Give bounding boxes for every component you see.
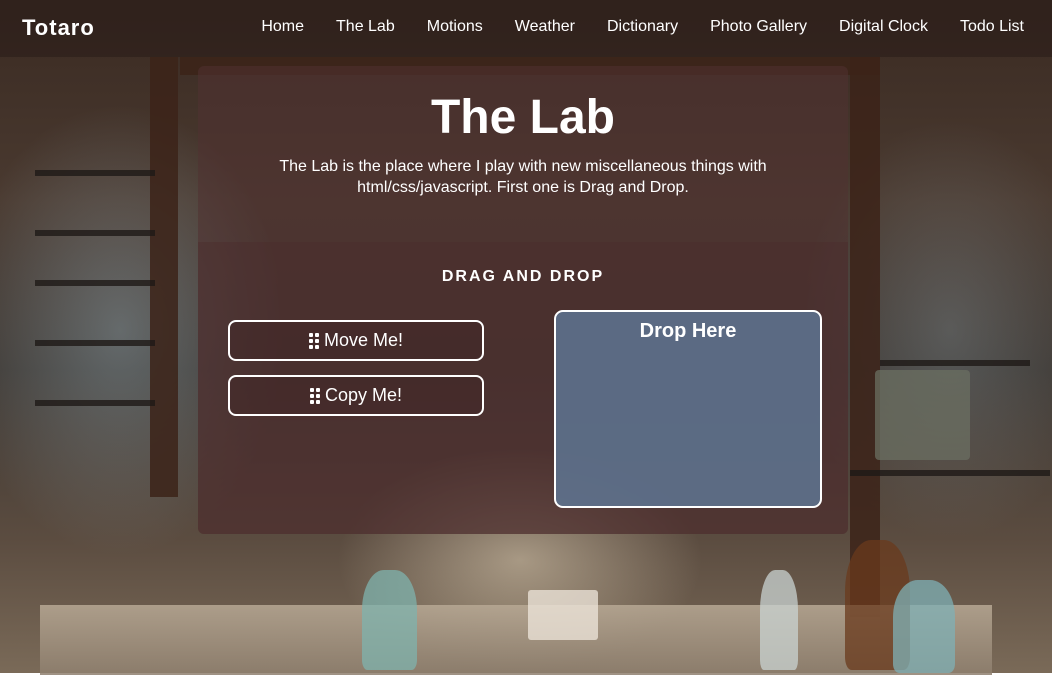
nav-link-photo-gallery[interactable]: Photo Gallery [710, 18, 807, 36]
lab-hero-panel: The Lab The Lab is the place where I pla… [198, 66, 848, 534]
brand-logo[interactable]: Totaro [22, 15, 95, 41]
nav-link-the-lab[interactable]: The Lab [336, 18, 395, 36]
drag-drop-heading: DRAG AND DROP [441, 268, 605, 285]
move-me-label: Move Me! [323, 330, 404, 350]
nav-link-todo-list[interactable]: Todo List [960, 18, 1024, 36]
drag-drop-panel: DRAG AND DROP Move Me! Copy Me! Drop Her… [198, 242, 848, 534]
move-me-draggable[interactable]: Move Me! [228, 320, 484, 361]
nav-link-digital-clock[interactable]: Digital Clock [839, 18, 928, 36]
nav-link-motions[interactable]: Motions [427, 18, 483, 36]
grip-vertical-icon [308, 333, 319, 349]
page-title: The Lab [430, 91, 615, 144]
top-navbar: Totaro Home The Lab Motions Weather Dict… [0, 0, 1052, 57]
drop-zone[interactable]: Drop Here [554, 310, 822, 508]
copy-me-draggable[interactable]: Copy Me! [228, 375, 484, 416]
grip-vertical-icon [309, 388, 320, 404]
page-subtitle: The Lab is the place where I play with n… [279, 158, 767, 196]
drop-zone-label: Drop Here [639, 320, 737, 342]
copy-me-label: Copy Me! [324, 385, 403, 405]
nav-links: Home The Lab Motions Weather Dictionary … [261, 18, 1024, 36]
nav-link-weather[interactable]: Weather [515, 18, 575, 36]
nav-link-dictionary[interactable]: Dictionary [607, 18, 678, 36]
nav-link-home[interactable]: Home [261, 18, 304, 36]
